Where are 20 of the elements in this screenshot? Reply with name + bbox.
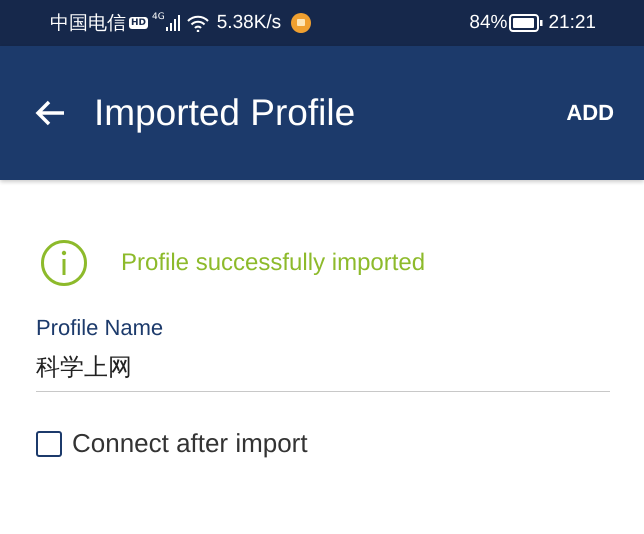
hd-badge: HD [129,17,148,29]
checkbox-label: Connect after import [72,428,308,459]
field-label: Profile Name [36,315,164,341]
battery-icon [509,14,544,32]
info-icon [40,239,88,287]
add-button[interactable]: ADD [566,94,614,132]
profile-name-field[interactable]: Profile Name 科学上网 [36,315,610,392]
clock-time: 21:21 [548,12,596,34]
carrier-name: 中国电信 [50,11,126,36]
wifi-icon [186,14,209,32]
screen-title: Imported Profile [94,92,356,134]
battery-level: 84% [469,12,508,34]
field-value: 科学上网 [36,352,133,383]
network-type: 4G [152,12,165,22]
back-arrow-icon [34,99,66,127]
checkbox[interactable] [36,430,62,456]
notification-icon [291,13,312,33]
success-message: Profile successfully imported [121,249,426,277]
signal-icon [166,15,180,31]
network-speed: 5.38K/s [216,12,282,34]
